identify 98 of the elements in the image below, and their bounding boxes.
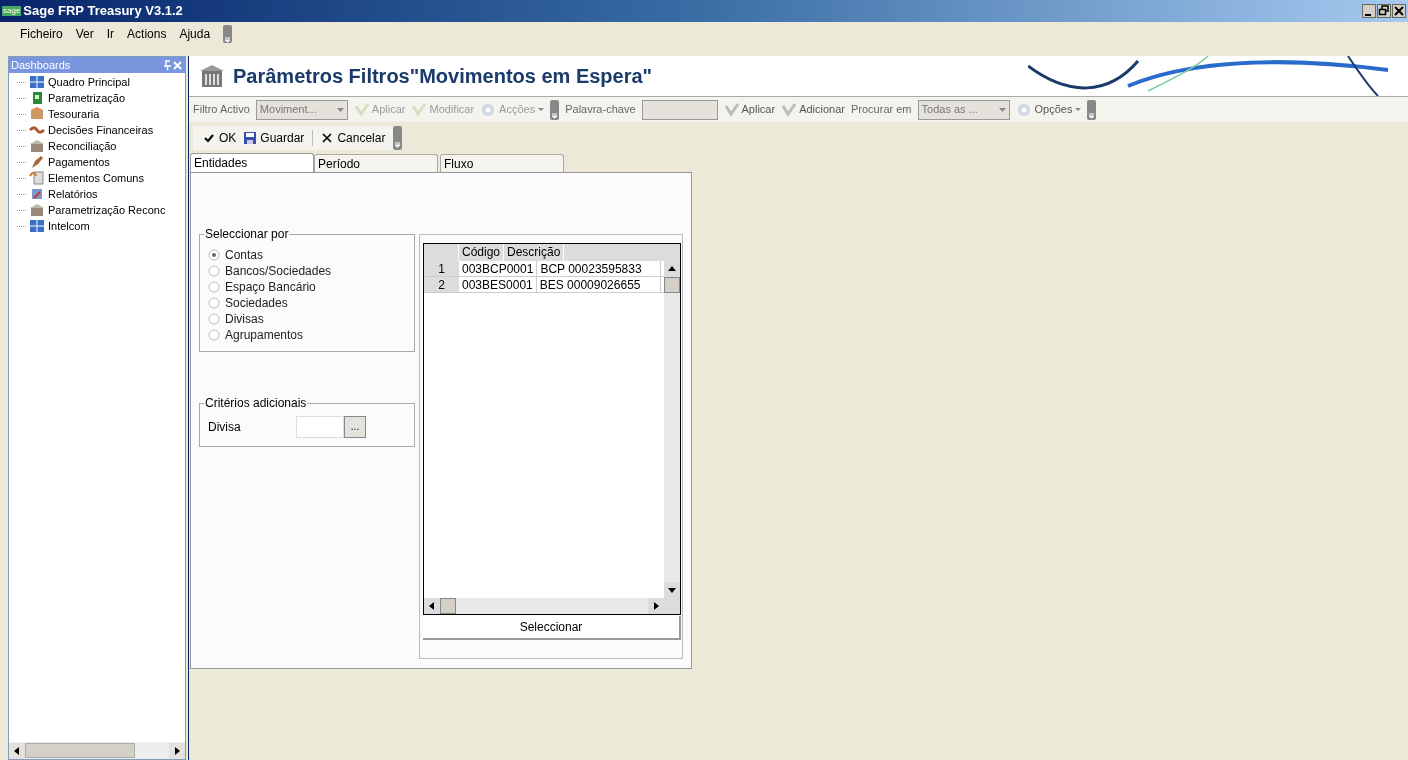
radio-button[interactable] bbox=[208, 297, 220, 309]
toolbar-label: Filtro Activo bbox=[193, 102, 250, 118]
sidebar-item[interactable]: Relatórios bbox=[17, 186, 185, 202]
menu-item[interactable]: Ver bbox=[75, 25, 94, 43]
scrollbar-thumb[interactable] bbox=[25, 743, 135, 758]
column-header[interactable]: Código bbox=[459, 244, 505, 261]
dropdown[interactable]: Moviment... bbox=[255, 99, 348, 120]
scroll-down-icon[interactable] bbox=[664, 582, 680, 598]
tab[interactable]: Período bbox=[314, 154, 438, 172]
menu-item[interactable]: Ficheiro bbox=[20, 25, 63, 43]
radio-option[interactable]: Contas bbox=[208, 247, 414, 263]
table-row[interactable]: 2 003BES0001 BES 00009026655 bbox=[424, 277, 664, 293]
toolbar-overflow-icon[interactable] bbox=[1087, 99, 1097, 120]
panel-title: Dashboards bbox=[11, 57, 72, 73]
check-icon bbox=[411, 101, 428, 118]
table-cell: 003BCP0001 bbox=[459, 261, 538, 276]
group-title: Critérios adicionais bbox=[204, 396, 308, 410]
sidebar-item[interactable]: Decisões Financeiras bbox=[17, 122, 185, 138]
toolbar-button[interactable]: Cancelar bbox=[321, 129, 386, 147]
check-icon bbox=[781, 101, 798, 118]
toolbar-menu-button[interactable]: Opções bbox=[1015, 101, 1082, 118]
radio-button[interactable] bbox=[208, 265, 220, 277]
radio-button[interactable] bbox=[208, 249, 220, 261]
gear-icon bbox=[1015, 101, 1032, 118]
toolbar-label: Palavra-chave bbox=[565, 102, 636, 118]
app-logo: sage bbox=[2, 6, 22, 16]
menu-item[interactable]: Actions bbox=[127, 25, 167, 43]
sidebar-item[interactable]: Reconciliação bbox=[17, 138, 185, 154]
currency-field[interactable] bbox=[296, 416, 344, 438]
toolbar-overflow-icon[interactable] bbox=[223, 25, 233, 43]
sidebar-item[interactable]: Tesouraria bbox=[17, 106, 185, 122]
sidebar-item[interactable]: Parametrização bbox=[17, 90, 185, 106]
toolbar-button[interactable]: Aplicar bbox=[723, 101, 776, 118]
page-title: Parâmetros Filtros"Movimentos em Espera" bbox=[233, 64, 653, 89]
grid-icon bbox=[29, 218, 45, 234]
radio-option[interactable]: Divisas bbox=[208, 311, 414, 327]
toolbar-button[interactable]: Adicionar bbox=[781, 101, 845, 118]
scroll-right-icon[interactable] bbox=[169, 742, 185, 759]
caret-icon bbox=[538, 108, 545, 111]
close-icon bbox=[321, 132, 334, 144]
scroll-left-icon[interactable] bbox=[424, 598, 440, 614]
toolbar-button[interactable]: OK bbox=[203, 129, 237, 147]
scrollbar-thumb[interactable] bbox=[664, 277, 680, 293]
sidebar-item[interactable]: Parametrização Reconc bbox=[17, 202, 185, 218]
scroll-up-icon[interactable] bbox=[664, 261, 680, 277]
field-label: Divisa bbox=[208, 419, 242, 436]
pin-icon[interactable] bbox=[162, 60, 172, 70]
scrollbar-thumb[interactable] bbox=[440, 598, 456, 614]
toolbar-overflow-icon[interactable] bbox=[393, 126, 403, 150]
scroll-right-icon[interactable] bbox=[648, 598, 664, 614]
row-number: 1 bbox=[424, 261, 459, 276]
scroll-left-icon[interactable] bbox=[9, 742, 25, 759]
gear-icon bbox=[480, 101, 497, 118]
caret-icon bbox=[1075, 108, 1082, 111]
sidebar-item[interactable]: Intelcom bbox=[17, 218, 185, 234]
table-cell: BCP 00023595833 bbox=[537, 261, 662, 276]
toolbar-label: Procurar em bbox=[851, 102, 912, 118]
close-icon[interactable] bbox=[1392, 4, 1406, 18]
document-icon bbox=[29, 170, 45, 186]
restore-icon[interactable] bbox=[1377, 4, 1391, 18]
report-icon bbox=[29, 186, 45, 202]
browse-button[interactable]: ... bbox=[344, 416, 366, 438]
menu-item[interactable]: Ir bbox=[106, 25, 115, 43]
check-icon bbox=[723, 101, 740, 118]
radio-option[interactable]: Agrupamentos bbox=[208, 327, 414, 343]
sidebar-item[interactable]: Quadro Principal bbox=[17, 74, 185, 90]
sidebar-item[interactable]: Elementos Comuns bbox=[17, 170, 185, 186]
check-icon bbox=[353, 101, 370, 118]
pen-icon bbox=[29, 154, 45, 170]
dropdown[interactable]: Todas as ... bbox=[917, 99, 1010, 120]
table-cell: 003BES0001 bbox=[459, 277, 537, 292]
radio-option[interactable]: Bancos/Sociedades bbox=[208, 263, 414, 279]
sidebar-item[interactable]: Pagamentos bbox=[17, 154, 185, 170]
radio-button[interactable] bbox=[208, 281, 220, 293]
toolbar-overflow-icon[interactable] bbox=[550, 99, 560, 120]
keyword-field[interactable] bbox=[641, 99, 718, 120]
group-title: Seleccionar por bbox=[204, 227, 290, 241]
radio-button[interactable] bbox=[208, 313, 220, 325]
column-header[interactable]: Descrição bbox=[504, 244, 565, 261]
window-title: Sage FRP Treasury V3.1.2 bbox=[23, 2, 183, 21]
caret-icon bbox=[998, 107, 1006, 112]
horizontal-scrollbar[interactable] bbox=[9, 742, 185, 759]
radio-option[interactable]: Sociedades bbox=[208, 295, 414, 311]
check-icon bbox=[203, 132, 215, 144]
minimize-icon[interactable] bbox=[1362, 4, 1376, 18]
table-row[interactable]: 1 003BCP0001 BCP 00023595833 bbox=[424, 261, 664, 277]
radio-button[interactable] bbox=[208, 329, 220, 341]
horizontal-scrollbar[interactable] bbox=[424, 598, 680, 614]
grid-icon bbox=[29, 74, 45, 90]
select-button[interactable]: Seleccionar bbox=[423, 616, 681, 640]
table-cell: BES 00009026655 bbox=[536, 277, 661, 292]
tab[interactable]: Entidades bbox=[190, 153, 314, 172]
tab[interactable]: Fluxo bbox=[440, 154, 564, 172]
menu-item[interactable]: Ajuda bbox=[179, 25, 211, 43]
caret-icon bbox=[336, 107, 344, 112]
row-number: 2 bbox=[424, 277, 459, 292]
radio-option[interactable]: Espaço Bancário bbox=[208, 279, 414, 295]
toolbar-button[interactable]: Guardar bbox=[244, 129, 305, 147]
